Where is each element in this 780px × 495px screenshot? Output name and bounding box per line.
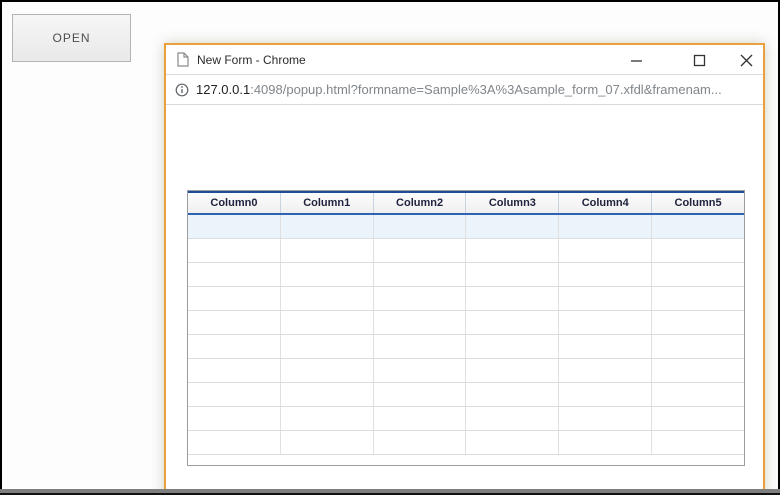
- grid-row[interactable]: [188, 335, 744, 359]
- grid-cell[interactable]: [188, 359, 281, 382]
- grid-row[interactable]: [188, 359, 744, 383]
- maximize-button[interactable]: [684, 45, 714, 75]
- minimize-icon: [630, 54, 643, 67]
- grid-cell[interactable]: [281, 407, 374, 430]
- open-button[interactable]: OPEN: [12, 14, 131, 62]
- grid-cell[interactable]: [374, 359, 467, 382]
- grid-row[interactable]: [188, 431, 744, 455]
- popup-title: New Form - Chrome: [197, 53, 306, 67]
- grid-cell[interactable]: [374, 287, 467, 310]
- grid-cell[interactable]: [374, 263, 467, 286]
- grid-cell[interactable]: [559, 287, 652, 310]
- grid-cell[interactable]: [374, 215, 467, 238]
- grid-cell[interactable]: [466, 383, 559, 406]
- grid-cell[interactable]: [652, 407, 744, 430]
- grid-cell[interactable]: [281, 383, 374, 406]
- grid-cell[interactable]: [281, 263, 374, 286]
- grid-header-cell[interactable]: Column2: [374, 193, 467, 213]
- grid-cell[interactable]: [652, 287, 744, 310]
- grid-cell[interactable]: [281, 239, 374, 262]
- grid-row[interactable]: [188, 239, 744, 263]
- grid-row[interactable]: [188, 263, 744, 287]
- grid-header-cell[interactable]: Column4: [559, 193, 652, 213]
- grid-cell[interactable]: [281, 359, 374, 382]
- grid-cell[interactable]: [281, 215, 374, 238]
- grid-cell[interactable]: [652, 263, 744, 286]
- close-icon: [740, 54, 753, 67]
- grid-cell[interactable]: [374, 311, 467, 334]
- maximize-icon: [693, 54, 706, 67]
- grid-cell[interactable]: [188, 431, 281, 454]
- grid-cell[interactable]: [188, 263, 281, 286]
- grid-cell[interactable]: [466, 311, 559, 334]
- grid-cell[interactable]: [281, 311, 374, 334]
- grid-cell[interactable]: [559, 215, 652, 238]
- grid-row[interactable]: [188, 407, 744, 431]
- grid-cell[interactable]: [559, 335, 652, 358]
- grid-cell[interactable]: [188, 239, 281, 262]
- grid-row[interactable]: [188, 311, 744, 335]
- grid-body: [188, 215, 744, 455]
- grid-cell[interactable]: [374, 383, 467, 406]
- grid-cell[interactable]: [281, 287, 374, 310]
- data-grid: Column0Column1Column2Column3Column4Colum…: [187, 190, 745, 466]
- grid-header-cell[interactable]: Column3: [466, 193, 559, 213]
- window-bottom-frame: [0, 489, 780, 495]
- grid-cell[interactable]: [559, 263, 652, 286]
- grid-cell[interactable]: [188, 335, 281, 358]
- grid-cell[interactable]: [188, 383, 281, 406]
- grid-cell[interactable]: [466, 215, 559, 238]
- grid-cell[interactable]: [188, 215, 281, 238]
- grid-cell[interactable]: [652, 311, 744, 334]
- grid-header-row: Column0Column1Column2Column3Column4Colum…: [188, 191, 744, 215]
- grid-cell[interactable]: [559, 311, 652, 334]
- grid-cell[interactable]: [466, 239, 559, 262]
- grid-cell[interactable]: [466, 359, 559, 382]
- grid-cell[interactable]: [652, 383, 744, 406]
- popup-title-bar[interactable]: New Form - Chrome: [166, 45, 763, 75]
- grid-cell[interactable]: [652, 431, 744, 454]
- grid-row[interactable]: [188, 383, 744, 407]
- grid-row[interactable]: [188, 287, 744, 311]
- grid-cell[interactable]: [559, 359, 652, 382]
- document-icon: [177, 52, 189, 67]
- grid-row[interactable]: [188, 215, 744, 239]
- grid-cell[interactable]: [374, 335, 467, 358]
- url-path: :4098/popup.html?formname=Sample%3A%3Asa…: [250, 82, 722, 97]
- grid-cell[interactable]: [374, 239, 467, 262]
- grid-cell[interactable]: [188, 311, 281, 334]
- grid-cell[interactable]: [188, 287, 281, 310]
- grid-cell[interactable]: [652, 239, 744, 262]
- url-host: 127.0.0.1: [196, 82, 250, 97]
- grid-cell[interactable]: [466, 407, 559, 430]
- info-icon[interactable]: [175, 83, 189, 97]
- grid-cell[interactable]: [559, 431, 652, 454]
- close-button[interactable]: [731, 45, 761, 75]
- grid-cell[interactable]: [466, 263, 559, 286]
- grid-cell[interactable]: [374, 407, 467, 430]
- grid-cell[interactable]: [559, 239, 652, 262]
- grid-cell[interactable]: [652, 215, 744, 238]
- grid-header-cell[interactable]: Column5: [652, 193, 744, 213]
- grid-cell[interactable]: [188, 407, 281, 430]
- url-text: 127.0.0.1:4098/popup.html?formname=Sampl…: [196, 82, 722, 97]
- minimize-button[interactable]: [621, 45, 651, 75]
- grid-cell[interactable]: [374, 431, 467, 454]
- grid-header-cell[interactable]: Column1: [281, 193, 374, 213]
- grid-cell[interactable]: [466, 287, 559, 310]
- grid-cell[interactable]: [466, 431, 559, 454]
- grid-cell[interactable]: [652, 335, 744, 358]
- grid-header-cell[interactable]: Column0: [188, 193, 281, 213]
- grid-cell[interactable]: [559, 383, 652, 406]
- grid-cell[interactable]: [559, 407, 652, 430]
- grid-cell[interactable]: [281, 431, 374, 454]
- grid-cell[interactable]: [652, 359, 744, 382]
- url-bar[interactable]: 127.0.0.1:4098/popup.html?formname=Sampl…: [166, 75, 763, 105]
- grid-cell[interactable]: [466, 335, 559, 358]
- popup-window: New Form - Chrome 127.0.0.1:4098/popup.h…: [164, 43, 765, 495]
- grid-cell[interactable]: [281, 335, 374, 358]
